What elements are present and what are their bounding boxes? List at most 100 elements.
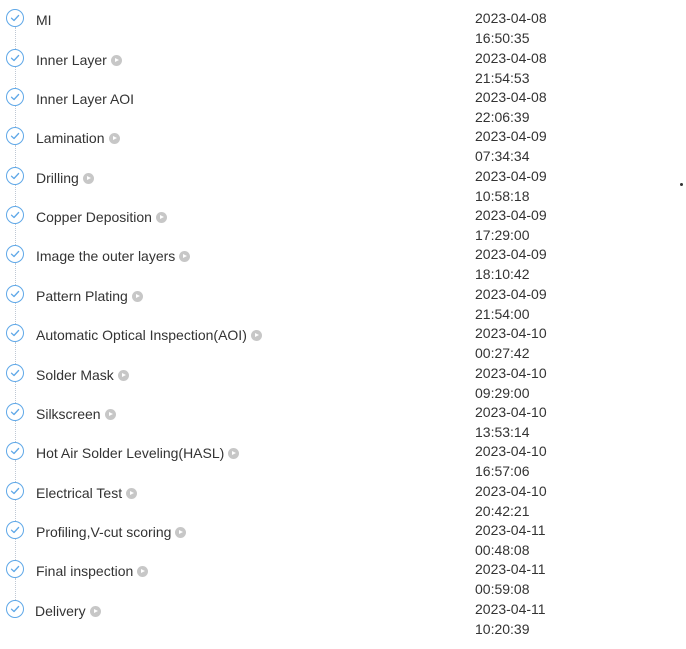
step-date: 2023-04-08 bbox=[475, 89, 547, 105]
step-time: 09:29:00 bbox=[475, 385, 530, 401]
production-progress-timeline: MI 2023-04-08 16:50:35 Inner Layer 2023-04-0… bbox=[0, 0, 686, 649]
timeline-connector bbox=[15, 67, 16, 88]
step-time: 18:10:42 bbox=[475, 266, 530, 282]
step-name: Inner Layer bbox=[36, 52, 122, 68]
step-date: 2023-04-10 bbox=[475, 483, 547, 499]
timeline-step: Copper Deposition 2023-04-09 17:29:00 bbox=[0, 206, 686, 246]
timeline-connector bbox=[15, 106, 16, 127]
step-date: 2023-04-11 bbox=[475, 561, 546, 577]
step-name: Delivery bbox=[35, 603, 101, 619]
timeline-connector bbox=[15, 500, 16, 521]
check-circle-icon bbox=[6, 206, 24, 224]
step-date: 2023-04-10 bbox=[475, 443, 547, 459]
check-circle-icon bbox=[6, 482, 24, 500]
timeline-step: Delivery 2023-04-11 10:20:39 bbox=[0, 600, 686, 640]
step-label: Solder Mask bbox=[36, 367, 114, 383]
timeline-step: Pattern Plating 2023-04-09 21:54:00 bbox=[0, 285, 686, 325]
step-time: 21:54:53 bbox=[475, 70, 530, 86]
step-time: 21:54:00 bbox=[475, 306, 530, 322]
step-name: Image the outer layers bbox=[36, 248, 191, 264]
check-circle-icon bbox=[6, 560, 24, 578]
check-circle-icon bbox=[6, 127, 24, 145]
check-circle-icon bbox=[6, 442, 24, 460]
check-circle-icon bbox=[6, 364, 24, 382]
step-label: Final inspection bbox=[36, 563, 134, 579]
timeline-step: Automatic Optical Inspection(AOI) 2023-04… bbox=[0, 324, 686, 364]
play-circle-icon[interactable] bbox=[117, 370, 129, 381]
step-time: 16:50:35 bbox=[475, 30, 530, 46]
play-circle-icon[interactable] bbox=[126, 488, 138, 499]
play-circle-icon[interactable] bbox=[82, 173, 94, 184]
step-name: Silkscreen bbox=[36, 406, 116, 422]
step-date: 2023-04-09 bbox=[475, 207, 547, 223]
step-label: Automatic Optical Inspection(AOI) bbox=[36, 327, 247, 343]
timeline-step: Solder Mask 2023-04-10 09:29:00 bbox=[0, 364, 686, 404]
step-label: Image the outer layers bbox=[36, 248, 176, 264]
step-name: Copper Deposition bbox=[36, 209, 167, 225]
step-time: 17:29:00 bbox=[475, 227, 530, 243]
check-circle-icon bbox=[6, 600, 24, 618]
step-name: Automatic Optical Inspection(AOI) bbox=[36, 327, 262, 343]
check-circle-icon bbox=[6, 88, 24, 106]
step-date: 2023-04-08 bbox=[475, 50, 547, 66]
step-name: Drilling bbox=[36, 170, 94, 186]
play-circle-icon[interactable] bbox=[155, 212, 167, 223]
play-circle-icon[interactable] bbox=[228, 448, 240, 459]
play-circle-icon[interactable] bbox=[89, 606, 101, 617]
play-circle-icon[interactable] bbox=[137, 566, 149, 577]
check-circle-icon bbox=[6, 9, 24, 27]
step-name: MI bbox=[36, 12, 52, 28]
step-time: 07:34:34 bbox=[475, 148, 530, 164]
step-label: Delivery bbox=[35, 603, 86, 619]
step-label: Hot Air Solder Leveling(HASL) bbox=[36, 445, 225, 461]
play-circle-icon[interactable] bbox=[110, 55, 122, 66]
play-circle-icon[interactable] bbox=[179, 251, 191, 262]
step-label: Inner Layer bbox=[36, 52, 107, 68]
step-time: 00:48:08 bbox=[475, 542, 530, 558]
step-name: Inner Layer AOI bbox=[36, 91, 134, 107]
timeline-step: Lamination 2023-04-09 07:34:34 bbox=[0, 127, 686, 167]
step-label: Lamination bbox=[36, 130, 105, 146]
timeline-connector bbox=[15, 382, 16, 403]
step-label: Profiling,V-cut scoring bbox=[36, 524, 172, 540]
step-label: Inner Layer AOI bbox=[36, 91, 135, 107]
step-name: Profiling,V-cut scoring bbox=[36, 524, 187, 540]
step-label: Copper Deposition bbox=[36, 209, 152, 225]
timeline-step: Inner Layer 2023-04-08 21:54:53 bbox=[0, 49, 686, 89]
check-circle-icon bbox=[6, 403, 24, 421]
play-circle-icon[interactable] bbox=[250, 330, 262, 341]
step-label: MI bbox=[36, 12, 52, 28]
timeline-step: Electrical Test 2023-04-10 20:42:21 bbox=[0, 482, 686, 522]
step-date: 2023-04-11 bbox=[475, 522, 546, 538]
play-circle-icon[interactable] bbox=[108, 133, 120, 144]
step-label: Drilling bbox=[36, 170, 79, 186]
step-label: Electrical Test bbox=[36, 485, 123, 501]
step-date: 2023-04-10 bbox=[475, 404, 547, 420]
step-name: Lamination bbox=[36, 130, 120, 146]
play-circle-icon[interactable] bbox=[175, 527, 187, 538]
timeline-connector bbox=[15, 578, 16, 600]
step-time: 00:27:42 bbox=[475, 345, 530, 361]
step-date: 2023-04-09 bbox=[475, 168, 547, 184]
check-circle-icon bbox=[6, 285, 24, 303]
timeline-step: Silkscreen 2023-04-10 13:53:14 bbox=[0, 403, 686, 443]
step-time: 20:42:21 bbox=[475, 503, 530, 519]
timeline-connector bbox=[15, 185, 16, 206]
play-circle-icon[interactable] bbox=[131, 291, 143, 302]
check-circle-icon bbox=[6, 324, 24, 342]
timeline-connector bbox=[15, 539, 16, 560]
timeline-step: Inner Layer AOI 2023-04-08 22:06:39 bbox=[0, 88, 686, 128]
check-circle-icon bbox=[6, 521, 24, 539]
step-time: 22:06:39 bbox=[475, 109, 530, 125]
step-time: 00:59:08 bbox=[475, 581, 530, 597]
play-circle-icon[interactable] bbox=[104, 409, 116, 420]
timeline-step: MI 2023-04-08 16:50:35 bbox=[0, 9, 686, 49]
check-circle-icon bbox=[6, 167, 24, 185]
step-date: 2023-04-11 bbox=[475, 601, 546, 617]
timeline-step: Profiling,V-cut scoring 2023-04-11 00:48:0… bbox=[0, 521, 686, 561]
timeline-connector bbox=[15, 342, 16, 364]
timeline-connector bbox=[15, 421, 16, 442]
timeline-step: Final inspection 2023-04-11 00:59:08 bbox=[0, 560, 686, 600]
timeline-connector bbox=[15, 263, 16, 285]
step-time: 13:53:14 bbox=[475, 424, 530, 440]
